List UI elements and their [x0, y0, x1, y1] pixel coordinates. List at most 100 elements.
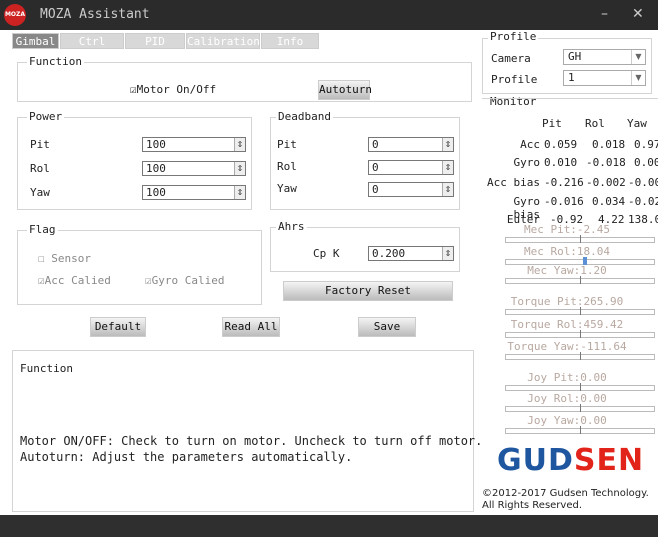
- monitor-value: 0.018: [592, 138, 626, 151]
- monitor-value: 0.00: [634, 156, 658, 169]
- camera-label: Camera: [491, 52, 531, 65]
- power-group-title: Power: [27, 110, 65, 123]
- status-bar: [0, 515, 658, 537]
- profile-select[interactable]: 1 ▼: [563, 70, 646, 86]
- factory-reset-button[interactable]: Factory Reset: [283, 281, 453, 301]
- title-bar[interactable]: MOZA MOZA Assistant – ✕: [0, 0, 658, 30]
- monitor-header-rol: Rol: [585, 117, 605, 130]
- monitor-header-pit: Pit: [542, 117, 562, 130]
- checkbox-icon: ☑: [130, 83, 137, 96]
- tab-info[interactable]: Info: [261, 33, 319, 49]
- monitor-value: -0.00: [628, 176, 658, 189]
- description-title: Function: [20, 362, 73, 375]
- slider-label: Joy Rol:0.00: [527, 392, 607, 405]
- flag-group-title: Flag: [27, 223, 58, 236]
- chevron-down-icon[interactable]: ▼: [631, 71, 645, 85]
- cpk-input[interactable]: 0.200 ⇕: [368, 246, 454, 261]
- spin-arrows-icon[interactable]: ⇕: [442, 183, 453, 196]
- power-yaw-input[interactable]: 100 ⇕: [142, 185, 246, 200]
- spin-arrows-icon[interactable]: ⇕: [442, 161, 453, 174]
- copyright-line-1: ©2012-2017 Gudsen Technology.: [482, 488, 649, 499]
- tab-pid[interactable]: PID: [125, 33, 185, 49]
- deadband-yaw-label: Yaw: [277, 182, 297, 195]
- slider-label: Torque Rol:459.42: [510, 318, 624, 331]
- slider-label: Torque Yaw:-111.64: [507, 340, 627, 353]
- spin-arrows-icon[interactable]: ⇕: [442, 138, 453, 151]
- ahrs-group-title: Ahrs: [276, 220, 307, 233]
- app-logo-icon: MOZA: [4, 4, 26, 26]
- read-all-button[interactable]: Read All: [222, 317, 280, 337]
- power-rol-input[interactable]: 100 ⇕: [142, 161, 246, 176]
- spin-arrows-icon[interactable]: ⇕: [234, 186, 245, 199]
- monitor-row-label: Acc bias: [487, 176, 540, 189]
- chevron-down-icon[interactable]: ▼: [631, 50, 645, 64]
- motor-checkbox-label: Motor On/Off: [136, 83, 217, 96]
- monitor-value: 0.97: [634, 138, 658, 151]
- autoturn-button[interactable]: Autoturn: [318, 80, 372, 100]
- slider-label: Torque Pit:265.90: [510, 295, 624, 308]
- slider-label: Joy Yaw:0.00: [527, 414, 607, 427]
- function-group-title: Function: [27, 55, 84, 68]
- slider-indicator: [580, 330, 581, 338]
- power-pit-input[interactable]: 100 ⇕: [142, 137, 246, 152]
- deadband-yaw-input[interactable]: 0 ⇕: [368, 182, 454, 197]
- spin-arrows-icon[interactable]: ⇕: [442, 247, 453, 260]
- gudsen-logo: GUDSEN: [497, 443, 645, 478]
- monitor-value: -0.216: [544, 176, 584, 189]
- slider-indicator: [580, 235, 581, 243]
- monitor-value: -0.016: [544, 195, 584, 208]
- spin-arrows-icon[interactable]: ⇕: [234, 138, 245, 151]
- spin-arrows-icon[interactable]: ⇕: [234, 162, 245, 175]
- flag-group: [17, 230, 262, 305]
- description-line-2: Autoturn: Adjust the parameters automati…: [20, 450, 353, 464]
- slider-label: Mec Yaw:1.20: [527, 264, 607, 277]
- description-panel: [12, 350, 474, 512]
- minimize-icon[interactable]: –: [601, 6, 608, 22]
- monitor-value: 0.010: [544, 156, 578, 169]
- tab-gimbal[interactable]: Gimbal: [12, 33, 59, 49]
- slider-indicator: [580, 276, 581, 284]
- profile-label: Profile: [491, 73, 538, 86]
- deadband-group-title: Deadband: [276, 110, 333, 123]
- slider-indicator: [580, 307, 581, 315]
- slider-indicator: [580, 352, 581, 360]
- slider-label: Joy Pit:0.00: [527, 371, 607, 384]
- monitor-value: -0.018: [586, 156, 626, 169]
- profile-group-title: Profile: [488, 30, 539, 43]
- camera-select[interactable]: GH ▼: [563, 49, 646, 65]
- deadband-rol-label: Rol: [277, 160, 297, 173]
- description-line-1: Motor ON/OFF: Check to turn on motor. Un…: [20, 434, 483, 448]
- copyright-line-2: All Rights Reserved.: [482, 500, 583, 511]
- monitor-title: Monitor: [488, 95, 539, 108]
- power-yaw-label: Yaw: [30, 186, 50, 199]
- monitor-row-label: Gyro: [513, 156, 541, 169]
- power-pit-label: Pit: [30, 138, 50, 151]
- slider-indicator: [580, 404, 581, 412]
- monitor-value: -0.02: [628, 195, 658, 208]
- save-button[interactable]: Save: [358, 317, 416, 337]
- deadband-pit-label: Pit: [277, 138, 297, 151]
- motor-checkbox[interactable]: ☑Motor On/Off: [130, 83, 216, 96]
- gyro-calied-checkbox[interactable]: ☑Gyro Calied: [145, 274, 224, 287]
- deadband-rol-input[interactable]: 0 ⇕: [368, 160, 454, 175]
- window-title: MOZA Assistant: [40, 7, 150, 22]
- tab-ctrl[interactable]: Ctrl: [60, 33, 124, 49]
- function-group: [17, 62, 472, 102]
- slider-label: Mec Pit:-2.45: [523, 223, 611, 236]
- slider-label: Mec Rol:18.04: [523, 245, 611, 258]
- monitor-value: -0.002: [586, 176, 626, 189]
- deadband-pit-input[interactable]: 0 ⇕: [368, 137, 454, 152]
- default-button[interactable]: Default: [90, 317, 146, 337]
- cpk-label: Cp K: [313, 247, 340, 260]
- tab-calibration[interactable]: Calibration: [186, 33, 260, 49]
- monitor-value: 0.034: [592, 195, 626, 208]
- close-icon[interactable]: ✕: [632, 6, 644, 22]
- monitor-value: 0.059: [544, 138, 578, 151]
- monitor-header-yaw: Yaw: [627, 117, 647, 130]
- monitor-divider: [482, 98, 658, 99]
- acc-calied-checkbox[interactable]: ☑Acc Calied: [38, 274, 111, 287]
- monitor-row-label: Acc: [520, 138, 540, 151]
- sensor-checkbox[interactable]: ☐ Sensor: [38, 252, 91, 265]
- slider-indicator: [580, 383, 581, 391]
- power-rol-label: Rol: [30, 162, 50, 175]
